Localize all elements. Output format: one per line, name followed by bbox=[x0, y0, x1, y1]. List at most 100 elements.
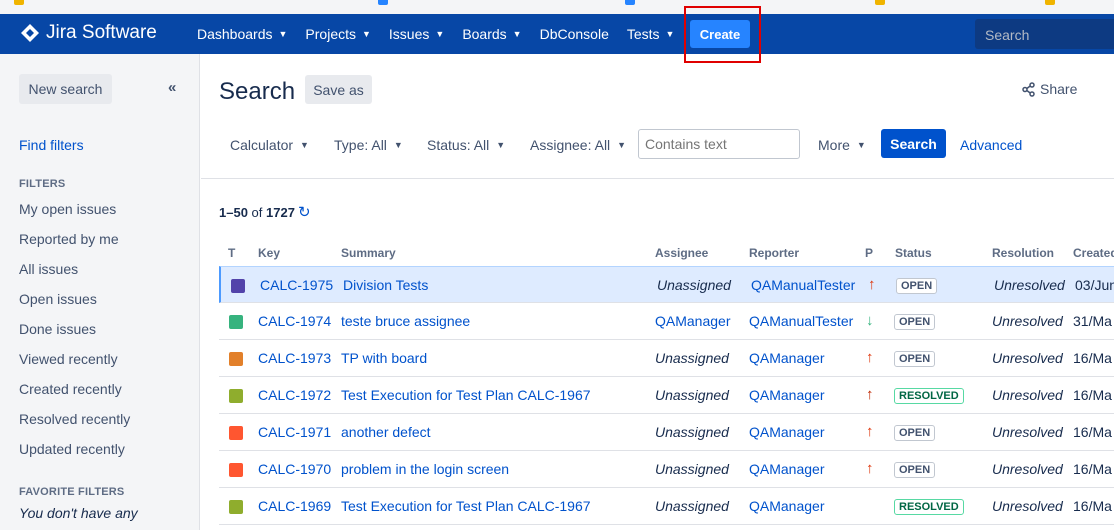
nav-boards[interactable]: Boards ▼ bbox=[453, 14, 530, 54]
filter-label: Type: All bbox=[334, 137, 387, 153]
table-row[interactable]: CALC-1972 Test Execution for Test Plan CA… bbox=[219, 377, 1114, 414]
status-badge: OPEN bbox=[894, 314, 936, 330]
collapse-sidebar-icon[interactable]: « bbox=[168, 79, 176, 96]
status-filter-dropdown[interactable]: Status: All ▼ bbox=[427, 137, 505, 153]
sidebar-item-all-issues[interactable]: All issues bbox=[19, 261, 78, 277]
nav-label: Issues bbox=[388, 26, 430, 42]
col-header-resolution[interactable]: Resolution bbox=[992, 246, 1054, 260]
filter-bar: Calculator ▼ Type: All ▼ Status: All ▼ Assi… bbox=[201, 129, 1114, 179]
table-row[interactable]: CALC-1973 TP with board Unassigned QAManage… bbox=[219, 340, 1114, 377]
sidebar-item-updated-recently[interactable]: Updated recently bbox=[19, 441, 125, 457]
page-title: Search bbox=[219, 78, 296, 105]
type-filter-dropdown[interactable]: Type: All ▼ bbox=[334, 137, 403, 153]
issue-reporter-link[interactable]: QAManualTester bbox=[749, 313, 853, 329]
sidebar-item-viewed-recently[interactable]: Viewed recently bbox=[19, 351, 118, 367]
results-of: of bbox=[251, 204, 263, 220]
issue-reporter-link[interactable]: QAManager bbox=[749, 350, 824, 366]
filters-section-label: FILTERS bbox=[19, 178, 66, 190]
issue-key-link[interactable]: CALC-1975 bbox=[260, 277, 333, 293]
status-badge: RESOLVED bbox=[894, 388, 964, 404]
status-badge: OPEN bbox=[894, 425, 936, 441]
col-header-key[interactable]: Key bbox=[258, 246, 280, 260]
project-filter-dropdown[interactable]: Calculator ▼ bbox=[230, 137, 309, 153]
bookmark-icon[interactable] bbox=[875, 0, 885, 5]
chevron-down-icon: ▼ bbox=[496, 140, 506, 150]
chevron-down-icon: ▼ bbox=[512, 29, 522, 39]
issue-assignee: Unassigned bbox=[657, 277, 731, 293]
issue-assignee: Unassigned bbox=[655, 461, 729, 477]
contains-text-input[interactable] bbox=[638, 129, 800, 159]
nav-tests[interactable]: Tests ▼ bbox=[618, 14, 684, 54]
save-as-button[interactable]: Save as bbox=[305, 75, 372, 104]
favorite-filters-label: FAVORITE FILTERS bbox=[19, 486, 125, 498]
sidebar-item-done-issues[interactable]: Done issues bbox=[19, 321, 96, 337]
issue-summary-link[interactable]: Test Execution for Test Plan CALC-1967 bbox=[341, 387, 591, 403]
nav-dashboards[interactable]: Dashboards ▼ bbox=[188, 14, 296, 54]
issue-key-link[interactable]: CALC-1971 bbox=[258, 424, 331, 440]
col-header-status[interactable]: Status bbox=[895, 246, 932, 260]
issue-summary-link[interactable]: teste bruce assignee bbox=[341, 313, 470, 329]
nav-label: DbConsole bbox=[539, 26, 609, 42]
bookmark-icon[interactable] bbox=[14, 0, 24, 5]
table-row[interactable]: CALC-1971 another defect Unassigned QAManag… bbox=[219, 414, 1114, 451]
col-header-type[interactable]: T bbox=[228, 246, 235, 260]
sidebar-item-reported-by-me[interactable]: Reported by me bbox=[19, 231, 119, 247]
bookmark-icon[interactable] bbox=[378, 0, 388, 5]
col-header-priority[interactable]: P bbox=[865, 246, 873, 260]
issue-resolution: Unresolved bbox=[992, 350, 1063, 366]
table-row[interactable]: CALC-1975 Division Tests Unassigned QAManua… bbox=[219, 266, 1114, 303]
status-badge: OPEN bbox=[896, 278, 938, 294]
issue-reporter-link[interactable]: QAManualTester bbox=[751, 277, 855, 293]
col-header-summary[interactable]: Summary bbox=[341, 246, 396, 260]
refresh-icon[interactable]: ↻ bbox=[298, 203, 311, 221]
find-filters-link[interactable]: Find filters bbox=[19, 137, 84, 153]
sidebar-item-created-recently[interactable]: Created recently bbox=[19, 381, 122, 397]
nav-label: Projects bbox=[305, 26, 356, 42]
table-row[interactable]: CALC-1969 Test Execution for Test Plan CA… bbox=[219, 488, 1114, 525]
more-filters-dropdown[interactable]: More ▼ bbox=[818, 137, 866, 153]
col-header-created[interactable]: Created bbox=[1073, 246, 1114, 260]
table-row[interactable]: CALC-1970 problem in the login screen Unas… bbox=[219, 451, 1114, 488]
issue-reporter-link[interactable]: QAManager bbox=[749, 387, 824, 403]
assignee-filter-dropdown[interactable]: Assignee: All ▼ bbox=[530, 137, 626, 153]
filter-label: More bbox=[818, 137, 850, 153]
issue-key-link[interactable]: CALC-1974 bbox=[258, 313, 331, 329]
global-search-input[interactable]: Search bbox=[975, 19, 1114, 49]
nav-dbconsole[interactable]: DbConsole bbox=[531, 14, 618, 54]
priority-arrow-icon: ↑ bbox=[866, 386, 874, 403]
issue-assignee[interactable]: QAManager bbox=[655, 313, 730, 329]
table-row[interactable]: CALC-1974 teste bruce assignee QAManager QA… bbox=[219, 303, 1114, 340]
issue-summary-link[interactable]: another defect bbox=[341, 424, 431, 440]
sidebar-item-open-issues[interactable]: Open issues bbox=[19, 291, 97, 307]
issue-key-link[interactable]: CALC-1970 bbox=[258, 461, 331, 477]
issue-created: 03/Jun bbox=[1075, 277, 1114, 293]
bookmark-icon[interactable] bbox=[625, 0, 635, 5]
sidebar-item-my-open-issues[interactable]: My open issues bbox=[19, 201, 116, 217]
issue-key-link[interactable]: CALC-1972 bbox=[258, 387, 331, 403]
browser-bookmarks-strip bbox=[0, 0, 1114, 14]
issue-summary-link[interactable]: Division Tests bbox=[343, 277, 428, 293]
advanced-search-link[interactable]: Advanced bbox=[960, 137, 1022, 153]
issue-key-link[interactable]: CALC-1973 bbox=[258, 350, 331, 366]
issue-reporter-link[interactable]: QAManager bbox=[749, 424, 824, 440]
priority-arrow-icon: ↑ bbox=[866, 349, 874, 366]
col-header-reporter[interactable]: Reporter bbox=[749, 246, 799, 260]
bookmark-icon[interactable] bbox=[1045, 0, 1055, 5]
share-button[interactable]: Share bbox=[1021, 81, 1077, 97]
issue-assignee: Unassigned bbox=[655, 350, 729, 366]
nav-projects[interactable]: Projects ▼ bbox=[296, 14, 380, 54]
issue-key-link[interactable]: CALC-1969 bbox=[258, 498, 331, 514]
issue-summary-link[interactable]: TP with board bbox=[341, 350, 427, 366]
issue-reporter-link[interactable]: QAManager bbox=[749, 498, 824, 514]
issue-summary-link[interactable]: Test Execution for Test Plan CALC-1967 bbox=[341, 498, 591, 514]
jira-logo[interactable]: Jira Software bbox=[20, 22, 157, 44]
search-button[interactable]: Search bbox=[881, 129, 946, 158]
new-search-button[interactable]: New search bbox=[19, 74, 112, 104]
sidebar-item-resolved-recently[interactable]: Resolved recently bbox=[19, 411, 130, 427]
nav-issues[interactable]: Issues ▼ bbox=[380, 14, 453, 54]
issue-reporter-link[interactable]: QAManager bbox=[749, 461, 824, 477]
issue-summary-link[interactable]: problem in the login screen bbox=[341, 461, 509, 477]
col-header-assignee[interactable]: Assignee bbox=[655, 246, 708, 260]
search-main: Search Save as Share Calculator ▼ Type: A… bbox=[201, 54, 1114, 530]
jira-diamond-icon bbox=[21, 24, 39, 42]
